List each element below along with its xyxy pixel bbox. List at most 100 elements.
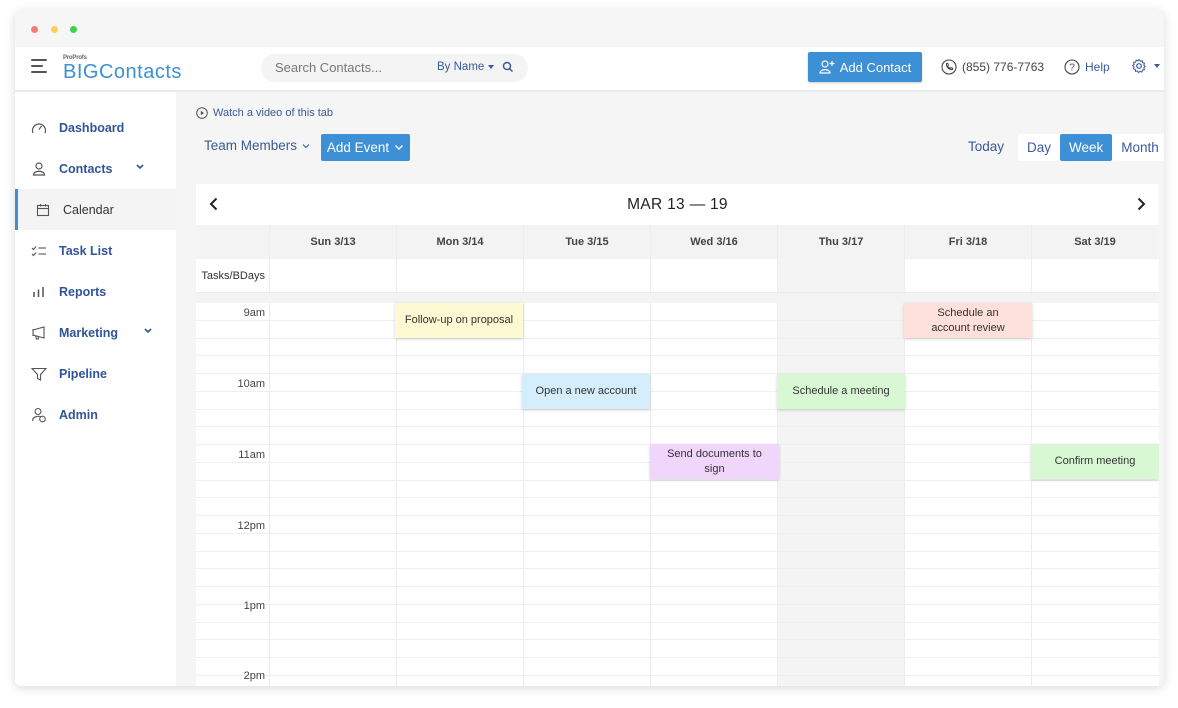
time-slot-cell[interactable]: [269, 622, 396, 640]
chevron-down-icon[interactable]: [135, 163, 145, 171]
view-day-button[interactable]: Day: [1018, 134, 1060, 161]
time-slot-cell[interactable]: [269, 516, 396, 533]
time-slot-cell[interactable]: [904, 551, 1031, 569]
time-slot-cell[interactable]: [904, 533, 1031, 551]
time-slot-cell[interactable]: [523, 462, 650, 480]
time-slot-cell[interactable]: [1031, 498, 1158, 515]
time-slot-cell[interactable]: [777, 604, 904, 622]
time-slot-cell[interactable]: [396, 569, 523, 586]
time-slot-cell[interactable]: [650, 622, 777, 640]
time-slot-cell[interactable]: [269, 338, 396, 356]
event-card[interactable]: Confirm meeting: [1031, 444, 1159, 479]
time-slot-cell[interactable]: [650, 320, 777, 338]
time-slot-cell[interactable]: [904, 658, 1031, 675]
time-slot-cell[interactable]: [777, 356, 904, 373]
time-slot-cell[interactable]: [650, 675, 777, 686]
time-slot-cell[interactable]: [777, 480, 904, 498]
time-slot-cell[interactable]: [523, 480, 650, 498]
time-slot-cell[interactable]: [650, 374, 777, 391]
time-slot-cell[interactable]: [396, 658, 523, 675]
today-button[interactable]: Today: [968, 139, 1004, 154]
sidebar-item-dashboard[interactable]: Dashboard: [15, 107, 176, 148]
time-slot-cell[interactable]: [650, 533, 777, 551]
time-slot-cell[interactable]: [777, 675, 904, 686]
time-slot-cell[interactable]: [269, 640, 396, 657]
time-slot-cell[interactable]: [777, 409, 904, 427]
time-slot-cell[interactable]: [523, 356, 650, 373]
time-slot-cell[interactable]: [396, 622, 523, 640]
time-slot-cell[interactable]: [523, 675, 650, 686]
time-slot-cell[interactable]: [1031, 551, 1158, 569]
time-slot-cell[interactable]: [523, 516, 650, 533]
time-slot-cell[interactable]: [1031, 338, 1158, 356]
time-slot-cell[interactable]: [523, 445, 650, 462]
time-slot-cell[interactable]: [777, 303, 904, 320]
time-slot-cell[interactable]: [904, 498, 1031, 515]
tasks-cell[interactable]: [523, 259, 650, 292]
time-slot-cell[interactable]: [396, 498, 523, 515]
time-slot-cell[interactable]: [269, 445, 396, 462]
add-contact-button[interactable]: Add Contact: [808, 52, 922, 82]
search-filter-dropdown[interactable]: By Name: [437, 61, 495, 73]
time-slot-cell[interactable]: [904, 622, 1031, 640]
time-slot-cell[interactable]: [904, 391, 1031, 409]
chevron-right-icon[interactable]: [1133, 196, 1149, 212]
time-slot-cell[interactable]: [777, 320, 904, 338]
time-slot-cell[interactable]: [650, 303, 777, 320]
time-slot-cell[interactable]: [396, 374, 523, 391]
time-slot-cell[interactable]: [1031, 640, 1158, 657]
time-slot-cell[interactable]: [1031, 622, 1158, 640]
tasks-cell[interactable]: [1031, 259, 1158, 292]
time-slot-cell[interactable]: [396, 462, 523, 480]
day-header[interactable]: Sat 3/19: [1031, 225, 1158, 259]
time-slot-cell[interactable]: [523, 640, 650, 657]
time-slot-cell[interactable]: [396, 338, 523, 356]
time-slot-cell[interactable]: [396, 391, 523, 409]
time-slot-cell[interactable]: [1031, 569, 1158, 586]
time-slot-cell[interactable]: [269, 569, 396, 586]
time-slot-cell[interactable]: [1031, 675, 1158, 686]
time-slot-cell[interactable]: [904, 640, 1031, 657]
time-slot-cell[interactable]: [1031, 480, 1158, 498]
time-slot-cell[interactable]: [777, 569, 904, 586]
time-slot-cell[interactable]: [1031, 356, 1158, 373]
event-card[interactable]: Schedule a meeting: [777, 374, 905, 409]
time-slot-cell[interactable]: [1031, 427, 1158, 444]
chevron-down-icon[interactable]: [143, 327, 153, 335]
day-header[interactable]: Mon 3/14: [396, 225, 523, 259]
time-slot-cell[interactable]: [396, 356, 523, 373]
time-slot-cell[interactable]: [904, 480, 1031, 498]
time-slot-cell[interactable]: [523, 569, 650, 586]
add-event-button[interactable]: Add Event: [321, 134, 410, 161]
tasks-cell[interactable]: [650, 259, 777, 292]
time-slot-cell[interactable]: [904, 409, 1031, 427]
time-slot-cell[interactable]: [269, 675, 396, 686]
time-slot-cell[interactable]: [1031, 587, 1158, 604]
time-slot-cell[interactable]: [904, 445, 1031, 462]
time-slot-cell[interactable]: [777, 533, 904, 551]
time-slot-cell[interactable]: [523, 551, 650, 569]
time-slot-cell[interactable]: [904, 569, 1031, 586]
minimize-window-button[interactable]: [51, 26, 58, 33]
tasks-cell[interactable]: [777, 259, 904, 292]
time-slot-cell[interactable]: [904, 675, 1031, 686]
view-week-button[interactable]: Week: [1060, 134, 1113, 161]
time-slot-cell[interactable]: [650, 338, 777, 356]
day-header[interactable]: Sun 3/13: [269, 225, 396, 259]
time-slot-cell[interactable]: [777, 622, 904, 640]
time-slot-cell[interactable]: [523, 498, 650, 515]
time-slot-cell[interactable]: [1031, 374, 1158, 391]
day-header[interactable]: Wed 3/16: [650, 225, 777, 259]
time-slot-cell[interactable]: [650, 498, 777, 515]
time-slot-cell[interactable]: [904, 356, 1031, 373]
time-slot-cell[interactable]: [1031, 658, 1158, 675]
time-slot-cell[interactable]: [523, 604, 650, 622]
time-slot-cell[interactable]: [777, 551, 904, 569]
time-slot-cell[interactable]: [777, 516, 904, 533]
time-slot-cell[interactable]: [269, 480, 396, 498]
sidebar-item-calendar[interactable]: Calendar: [15, 189, 176, 230]
time-slot-cell[interactable]: [269, 303, 396, 320]
time-slot-cell[interactable]: [650, 604, 777, 622]
time-slot-cell[interactable]: [777, 427, 904, 444]
help-link[interactable]: ? Help: [1064, 59, 1110, 75]
